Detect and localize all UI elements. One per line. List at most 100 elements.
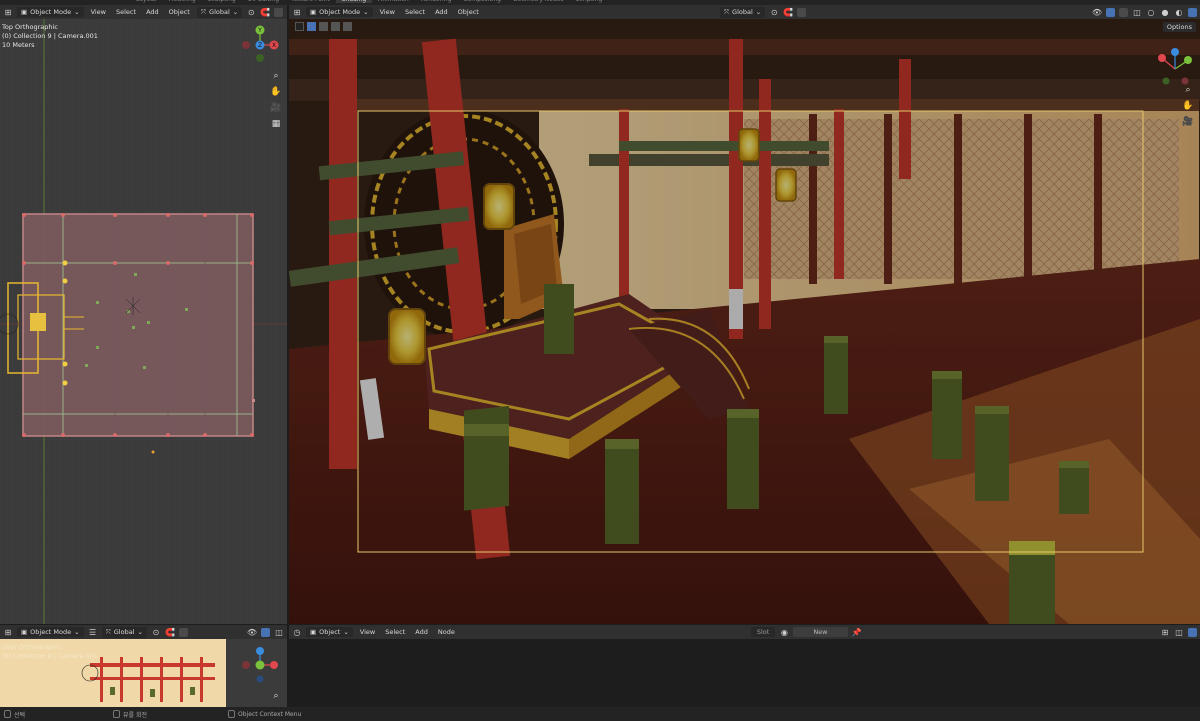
- zoom-icon[interactable]: ⌕: [269, 689, 283, 703]
- overlay-toggle[interactable]: [1188, 627, 1197, 637]
- mode-dropdown[interactable]: ▣ Object Mode ⌄: [17, 627, 84, 637]
- menu-select[interactable]: Select: [402, 8, 428, 16]
- select-mode-icon[interactable]: [343, 22, 352, 31]
- xray-icon[interactable]: ◫: [1132, 7, 1142, 17]
- menu-select[interactable]: Select: [113, 8, 139, 16]
- main-viewport[interactable]: Options ⌕ ✋ 🎥: [289, 19, 1200, 624]
- hamburger-menu-icon[interactable]: ☰: [88, 627, 98, 637]
- orientation-icon: ⤧: [723, 7, 730, 16]
- orientation-dropdown[interactable]: ⤧ Global ⌄: [196, 6, 243, 18]
- snap-icon[interactable]: 🧲: [165, 627, 175, 637]
- navigation-gizmo[interactable]: [1153, 45, 1197, 89]
- snap-icon[interactable]: ⊞: [1160, 627, 1170, 637]
- rendered-shading-toggle[interactable]: [1188, 7, 1197, 17]
- snap-icon[interactable]: 🧲: [783, 7, 793, 17]
- menu-view[interactable]: View: [377, 8, 398, 16]
- select-box-icon[interactable]: [307, 22, 316, 31]
- select-mode-icon[interactable]: [319, 22, 328, 31]
- zoom-icon[interactable]: ⌕: [1181, 83, 1195, 97]
- editor-type-icon[interactable]: ⊞: [292, 7, 302, 17]
- material-shading-icon[interactable]: ◐: [1174, 7, 1184, 17]
- bottom-left-viewport[interactable]: User Orthographic (0) Collection 9 | Cam…: [0, 639, 287, 707]
- menu-add[interactable]: Add: [432, 8, 451, 16]
- new-material-button[interactable]: New: [793, 627, 848, 637]
- gizmo-toggle[interactable]: [261, 627, 270, 637]
- orientation-dropdown[interactable]: ⤧ Global ⌄: [101, 626, 147, 638]
- proportional-edit-toggle[interactable]: [178, 627, 188, 637]
- navigation-gizmo[interactable]: [240, 645, 280, 685]
- editor-type-icon[interactable]: ◷: [292, 627, 302, 637]
- pan-hand-icon[interactable]: ✋: [1181, 99, 1195, 113]
- node-editor-canvas[interactable]: [289, 639, 1200, 707]
- navigation-gizmo[interactable]: Y X Z: [240, 23, 280, 63]
- gizmo-x-label: X: [272, 42, 276, 49]
- chevron-down-icon: ⌄: [755, 8, 762, 16]
- chevron-down-icon: ⌄: [74, 8, 80, 16]
- workspace-tab[interactable]: Rendering: [415, 0, 458, 3]
- material-slot-dropdown[interactable]: Slot: [750, 627, 776, 637]
- status-rotate-hint: 뷰를 회전: [113, 710, 147, 719]
- snap-icon[interactable]: 🧲: [260, 7, 270, 17]
- bottom-left-viewport-header: ⊞ ▣ Object Mode ⌄ ☰ ⤧ Global ⌄ ⊙ 🧲 👁 ◫: [0, 625, 287, 639]
- proportional-edit-toggle[interactable]: [274, 7, 284, 17]
- select-mode-icon[interactable]: [331, 22, 340, 31]
- object-mode-icon: ▣: [21, 628, 28, 636]
- workspace-tab[interactable]: Scripting: [570, 0, 609, 3]
- workspace-tab[interactable]: Layout: [130, 0, 162, 3]
- workspace-tab[interactable]: Texture Paint: [285, 0, 336, 3]
- overlay-toggle[interactable]: [1119, 7, 1128, 17]
- workspace-tab[interactable]: Shading: [335, 0, 373, 3]
- pin-icon[interactable]: 📌: [852, 627, 862, 637]
- pivot-icon[interactable]: ⊙: [769, 7, 779, 17]
- play-icon[interactable]: [295, 22, 304, 31]
- left-viewport[interactable]: Top Orthographic (0) Collection 9 | Came…: [0, 19, 287, 624]
- overlay-icon[interactable]: ◫: [1174, 627, 1184, 637]
- visibility-icon[interactable]: 👁: [1092, 7, 1102, 17]
- left-viewport-header: ⊞ ▣ Object Mode ⌄ View Select Add Object ⤧…: [0, 5, 287, 19]
- shader-type-dropdown[interactable]: ▣ Object ⌄: [306, 627, 353, 637]
- solid-shading-icon[interactable]: ●: [1160, 7, 1170, 17]
- camera-view-icon[interactable]: 🎥: [1181, 115, 1195, 129]
- material-browse-icon[interactable]: ◉: [779, 627, 789, 637]
- grid-ortho-icon[interactable]: ▦: [269, 117, 283, 131]
- menu-object[interactable]: Object: [455, 8, 482, 16]
- orientation-dropdown[interactable]: ⤧ Global ⌄: [719, 6, 766, 18]
- pan-hand-icon[interactable]: ✋: [269, 85, 283, 99]
- visibility-icon[interactable]: 👁: [247, 627, 257, 637]
- menu-view[interactable]: View: [88, 8, 109, 16]
- editor-type-icon[interactable]: ⊞: [3, 627, 13, 637]
- object-mode-icon: ▣: [310, 8, 317, 16]
- editor-type-icon[interactable]: ⊞: [3, 7, 13, 17]
- workspace-tab[interactable]: Modeling: [162, 0, 201, 3]
- gizmo-toggle[interactable]: [1106, 7, 1115, 17]
- wireframe-shading-icon[interactable]: ○: [1146, 7, 1156, 17]
- zoom-icon[interactable]: ⌕: [269, 69, 283, 83]
- menu-view[interactable]: View: [357, 628, 378, 636]
- camera-view-icon[interactable]: 🎥: [269, 101, 283, 115]
- menu-add[interactable]: Add: [412, 628, 431, 636]
- menu-add[interactable]: Add: [143, 8, 162, 16]
- menu-select[interactable]: Select: [382, 628, 408, 636]
- orientation-icon: ⤧: [200, 7, 207, 16]
- workspace-tab[interactable]: Geometry Nodes: [507, 0, 570, 3]
- options-dropdown[interactable]: Options: [1162, 22, 1196, 32]
- xray-icon[interactable]: ◫: [274, 627, 284, 637]
- top-ortho-scene: [0, 19, 287, 624]
- toolbar-top: [295, 22, 352, 31]
- mode-dropdown[interactable]: ▣ Object Mode ⌄: [306, 7, 373, 17]
- workspace-tab[interactable]: Sculpting: [202, 0, 242, 3]
- workspace-tab[interactable]: Animation: [372, 0, 415, 3]
- viewport-info-overlay: User Orthographic (0) Collection 9 | Cam…: [2, 643, 98, 661]
- menu-node[interactable]: Node: [435, 628, 458, 636]
- workspace-tab[interactable]: Compositing: [457, 0, 507, 3]
- proportional-edit-toggle[interactable]: [797, 7, 807, 17]
- mouse-right-icon: [228, 710, 235, 718]
- rendered-scene: [289, 19, 1200, 624]
- mode-label: Object Mode: [30, 8, 72, 16]
- workspace-tab[interactable]: UV Editing: [242, 0, 285, 3]
- pivot-icon[interactable]: ⊙: [151, 627, 161, 637]
- mode-dropdown[interactable]: ▣ Object Mode ⌄: [17, 7, 84, 17]
- pivot-icon[interactable]: ⊙: [246, 7, 256, 17]
- menu-object[interactable]: Object: [166, 8, 193, 16]
- orientation-icon: ⤧: [105, 627, 111, 636]
